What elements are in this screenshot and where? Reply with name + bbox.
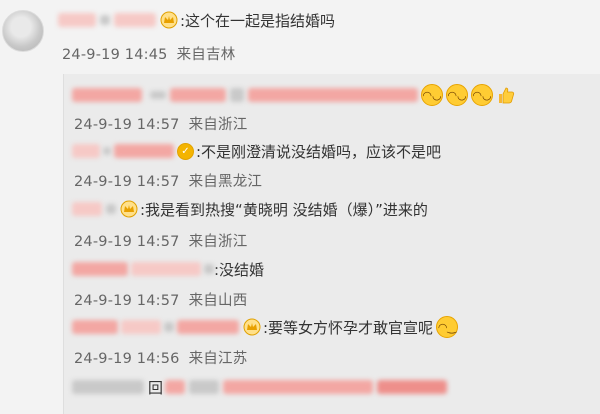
reply-location: 来自浙江 <box>188 234 248 250</box>
reply-text: 回 <box>148 378 164 397</box>
reply-date: 24-9-19 14:57 <box>74 174 180 190</box>
redacted-username[interactable] <box>72 88 142 102</box>
reply-line: :要等女方怀孕才敢官宣呢 ◠‿ <box>72 314 459 340</box>
reply-line: ◠◡ ◠◡ ◠◡ <box>72 82 516 108</box>
reply-text: :要等女方怀孕才敢官宣呢 <box>263 318 434 337</box>
smile-emoji-icon: ◠‿ <box>436 316 459 338</box>
verified-badge-icon: ✓ <box>177 142 194 160</box>
reply-text: :我是看到热搜“黄晓明 没结婚（爆）”进来的 <box>140 200 428 219</box>
reply-text: :没结婚 <box>214 260 265 279</box>
weibo-comment-thread: :这个在一起是指结婚吗 24-9-19 14:45 来自吉林 ◠◡ ◠◡ ◠◡ 2… <box>0 0 600 414</box>
reply-line: :我是看到热搜“黄晓明 没结婚（爆）”进来的 <box>72 196 428 222</box>
comment-text: :这个在一起是指结婚吗 <box>180 11 336 30</box>
redacted-username[interactable] <box>58 13 96 27</box>
redacted-username[interactable] <box>164 322 174 332</box>
redacted-username[interactable] <box>121 320 161 334</box>
redacted-username[interactable] <box>106 204 116 214</box>
reply-date: 24-9-19 14:57 <box>74 234 180 250</box>
reply-line: 回 <box>72 374 448 400</box>
redacted-username[interactable] <box>114 13 156 27</box>
redacted-content <box>230 88 244 102</box>
avatar[interactable] <box>2 10 44 52</box>
redacted-username[interactable] <box>100 15 110 25</box>
redacted-content <box>223 380 374 394</box>
reply-location: 来自黑龙江 <box>188 174 263 190</box>
redacted-content <box>170 88 226 102</box>
laugh-emoji-icon: ◠◡ <box>446 84 468 106</box>
redacted-username[interactable] <box>72 320 118 334</box>
reply-line: ✓ :不是刚澄清说没结婚吗，应该不是吧 <box>72 138 441 164</box>
redacted-content <box>377 380 448 394</box>
thumbs-up-icon <box>496 85 516 105</box>
redacted-username[interactable] <box>204 264 214 274</box>
redacted-content <box>248 88 418 102</box>
reply-meta: 24-9-19 14:57 来自山西 <box>74 289 247 310</box>
crown-badge-icon <box>160 11 178 29</box>
reply-meta: 24-9-19 14:56 来自江苏 <box>74 347 247 368</box>
redacted-username[interactable] <box>114 144 174 158</box>
redacted-username[interactable] <box>103 147 111 155</box>
crown-badge-icon <box>120 200 138 218</box>
reply-date: 24-9-19 14:56 <box>74 351 180 367</box>
comment-date: 24-9-19 14:45 <box>62 47 168 63</box>
reply-location: 来自江苏 <box>188 351 248 367</box>
reply-line: :没结婚 <box>72 256 264 282</box>
redacted-username[interactable] <box>72 202 102 216</box>
reply-location: 来自浙江 <box>188 117 248 133</box>
reply-meta: 24-9-19 14:57 来自浙江 <box>74 230 247 251</box>
reply-date: 24-9-19 14:57 <box>74 117 180 133</box>
laugh-emoji-icon: ◠◡ <box>421 84 443 106</box>
redacted-content <box>165 380 186 394</box>
redacted-username[interactable] <box>150 91 166 99</box>
redacted-username[interactable] <box>72 144 100 158</box>
reply-text: :不是刚澄清说没结婚吗，应该不是吧 <box>196 142 442 161</box>
reply-meta: 24-9-19 14:57 来自浙江 <box>74 113 247 134</box>
redacted-content <box>189 380 220 394</box>
comment-meta: 24-9-19 14:45 来自吉林 <box>62 43 235 64</box>
comment-location: 来自吉林 <box>176 47 236 63</box>
comment-line: :这个在一起是指结婚吗 <box>58 7 335 33</box>
redacted-username[interactable] <box>177 320 239 334</box>
reply-date: 24-9-19 14:57 <box>74 293 180 309</box>
redacted-username[interactable] <box>131 262 201 276</box>
reply-meta: 24-9-19 14:57 来自黑龙江 <box>74 170 262 191</box>
laugh-emoji-icon: ◠◡ <box>471 84 493 106</box>
redacted-username[interactable] <box>72 262 128 276</box>
crown-badge-icon <box>243 318 261 336</box>
redacted-username[interactable] <box>72 380 144 394</box>
reply-location: 来自山西 <box>188 293 248 309</box>
